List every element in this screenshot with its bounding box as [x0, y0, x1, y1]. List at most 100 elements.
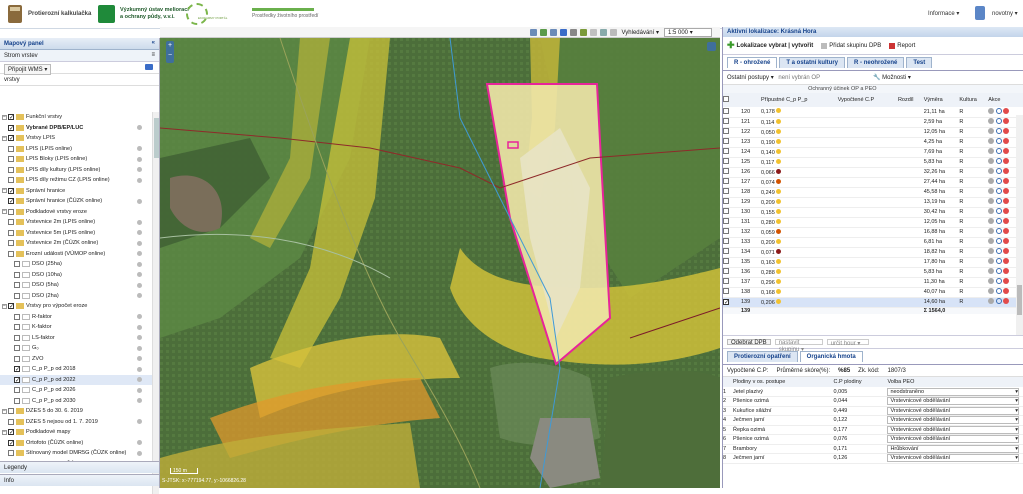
options-menu[interactable]: 🔧 Možnosti ▾ [873, 74, 911, 81]
expand-icon[interactable]: − [2, 408, 7, 414]
table-row[interactable]: 135 0,163 17,80 ha R [723, 257, 1023, 268]
zoom-box-icon[interactable] [539, 28, 547, 36]
peo-select-box[interactable]: neodstraněno ▾ [887, 387, 1019, 396]
col-difference[interactable]: Rozdíl [898, 93, 924, 107]
zoom-to-icon[interactable] [995, 278, 1002, 284]
delete-icon[interactable] [1003, 168, 1010, 174]
search-tool-icon[interactable] [599, 28, 607, 36]
row-checkbox[interactable] [723, 217, 741, 228]
settings-icon[interactable] [988, 248, 995, 254]
crop-row[interactable]: 1 Jetel plazivý 0,005 neodstraněno ▾ [723, 387, 1023, 397]
settings-icon[interactable] [988, 148, 995, 154]
grid-scrollbar[interactable] [1016, 115, 1023, 335]
zoom-to-icon[interactable] [995, 198, 1002, 204]
layer-checkbox[interactable] [8, 303, 14, 310]
peo-select[interactable]: Vrstevnicové obdělávání ▾ [887, 396, 1023, 407]
delete-icon[interactable] [1003, 278, 1010, 284]
row-checkbox[interactable] [723, 247, 741, 258]
delete-icon[interactable] [1003, 268, 1010, 274]
col-peo[interactable]: Volba PEO [887, 377, 1023, 387]
layer-checkbox[interactable] [8, 114, 14, 121]
info-panel-header[interactable]: Info [0, 474, 159, 486]
layer-checkbox[interactable] [8, 450, 14, 457]
table-row[interactable]: 125 0,117 5,83 ha R [723, 157, 1023, 168]
peo-select-box[interactable]: Vrstevnicové obdělávání ▾ [887, 425, 1019, 434]
zoom-to-icon[interactable] [995, 178, 1002, 184]
crop-row[interactable]: 6 Pšenice ozimá 0,076 Vrstevnicové obdělává… [723, 434, 1023, 445]
peo-select-box[interactable]: Vrstevnicové obdělávání ▾ [887, 406, 1019, 415]
settings-icon[interactable] [988, 188, 995, 194]
col-crops[interactable]: Plodiny v os. postupe [733, 377, 834, 387]
layer-row[interactable]: DZES 5 nejsou od 1. 7. 2019 [0, 417, 152, 428]
row-checkbox[interactable] [723, 177, 741, 188]
layer-row[interactable]: LPIS (LPIS online) [0, 144, 152, 155]
layer-row[interactable]: C_p P_p od 2030 [0, 396, 152, 407]
layer-row[interactable]: − Funkční vrstvy [0, 112, 152, 123]
layer-row[interactable]: LPIS díly režimu CZ (LPIS online) [0, 175, 152, 186]
zoom-to-icon[interactable] [995, 238, 1002, 244]
peo-select[interactable]: Vrstevnicové obdělávání ▾ [887, 453, 1023, 464]
zoom-to-icon[interactable] [995, 258, 1002, 264]
layer-row[interactable]: Ortofoto (ČÚZK online) [0, 438, 152, 449]
tab-bottom-1[interactable]: Organická hmota [799, 351, 863, 362]
row-checkbox[interactable] [723, 137, 741, 148]
layer-row[interactable]: Stínovaný model DMR5G (ČÚZK online) [0, 448, 152, 459]
peo-select[interactable]: Hrůbkování ▾ [887, 444, 1023, 454]
table-row[interactable]: 122 0,050 12,05 ha R [723, 127, 1023, 138]
expand-icon[interactable]: − [2, 188, 7, 194]
delete-icon[interactable] [1003, 258, 1010, 264]
col-actions[interactable]: Akce [988, 93, 1023, 107]
peo-select-box[interactable]: Vrstevnicové obdělávání ▾ [887, 416, 1019, 425]
print-icon[interactable] [589, 28, 597, 36]
expand-icon[interactable]: − [2, 429, 7, 435]
measure-icon[interactable] [549, 28, 557, 36]
fullscreen-icon[interactable] [707, 42, 716, 51]
peo-select[interactable]: neodstraněno ▾ [887, 387, 1023, 397]
remove-dpb-button[interactable]: Odebrat DPB [727, 339, 771, 346]
settings-icon[interactable] [988, 198, 995, 204]
delete-icon[interactable] [1003, 218, 1010, 224]
layer-checkbox[interactable] [8, 418, 14, 425]
delete-icon[interactable] [1003, 148, 1010, 154]
layer-row[interactable]: Správní hranice (ČÚZK online) [0, 196, 152, 207]
layer-row[interactable]: − DZES 5 do 30. 6. 2019 [0, 406, 152, 417]
peo-select[interactable]: Vrstevnicové obdělávání ▾ [887, 434, 1023, 445]
select-all-checkbox[interactable] [723, 93, 741, 107]
zoom-to-icon[interactable] [995, 148, 1002, 154]
row-checkbox[interactable] [723, 237, 741, 248]
table-row[interactable]: 129 0,209 13,19 ha R [723, 197, 1023, 208]
zoom-to-icon[interactable] [995, 138, 1002, 144]
crop-row[interactable]: 7 Brambory 0,171 Hrůbkování ▾ [723, 444, 1023, 454]
zoom-to-icon[interactable] [995, 208, 1002, 214]
table-row[interactable]: 138 0,168 40,07 ha R [723, 287, 1023, 298]
zoom-out-icon[interactable]: − [168, 52, 172, 59]
map-canvas[interactable] [160, 38, 720, 488]
tab-risk-0[interactable]: R - ohrožené [727, 57, 778, 68]
layer-checkbox[interactable] [8, 124, 14, 131]
delete-icon[interactable] [1003, 178, 1010, 184]
row-checkbox[interactable] [723, 157, 741, 168]
row-checkbox[interactable] [723, 117, 741, 128]
info-menu[interactable]: Informace ▾ [928, 10, 959, 17]
settings-icon[interactable] [988, 258, 995, 264]
user-menu[interactable]: novotny ▾ [992, 10, 1018, 17]
expand-icon[interactable]: − [2, 303, 7, 309]
layer-checkbox[interactable] [8, 166, 14, 173]
zoom-to-icon[interactable] [995, 107, 1002, 114]
layers-icon[interactable] [145, 64, 153, 70]
other-procedures-menu[interactable]: Ostatní postupy ▾ [727, 75, 774, 81]
settings-icon[interactable] [988, 178, 995, 184]
peo-select-box[interactable]: Hrůbkování ▾ [887, 444, 1019, 453]
layer-row[interactable]: ZVO [0, 354, 152, 365]
layer-row[interactable]: LPIS díly kultury (LPIS online) [0, 165, 152, 176]
layer-checkbox[interactable] [8, 156, 14, 163]
table-row[interactable]: 130 0,155 30,42 ha R [723, 207, 1023, 218]
peo-select[interactable]: Vrstevnicové obdělávání ▾ [887, 415, 1023, 426]
layer-row[interactable]: C_p P_p od 2022 [0, 374, 152, 385]
layer-checkbox[interactable] [14, 313, 20, 320]
peo-select[interactable]: Vrstevnicové obdělávání ▾ [887, 425, 1023, 435]
delete-icon[interactable] [1003, 128, 1010, 134]
row-checkbox[interactable] [723, 187, 741, 198]
layer-row[interactable]: Vybrané DPB/EP/LUC [0, 123, 152, 134]
row-checkbox[interactable] [723, 297, 741, 308]
